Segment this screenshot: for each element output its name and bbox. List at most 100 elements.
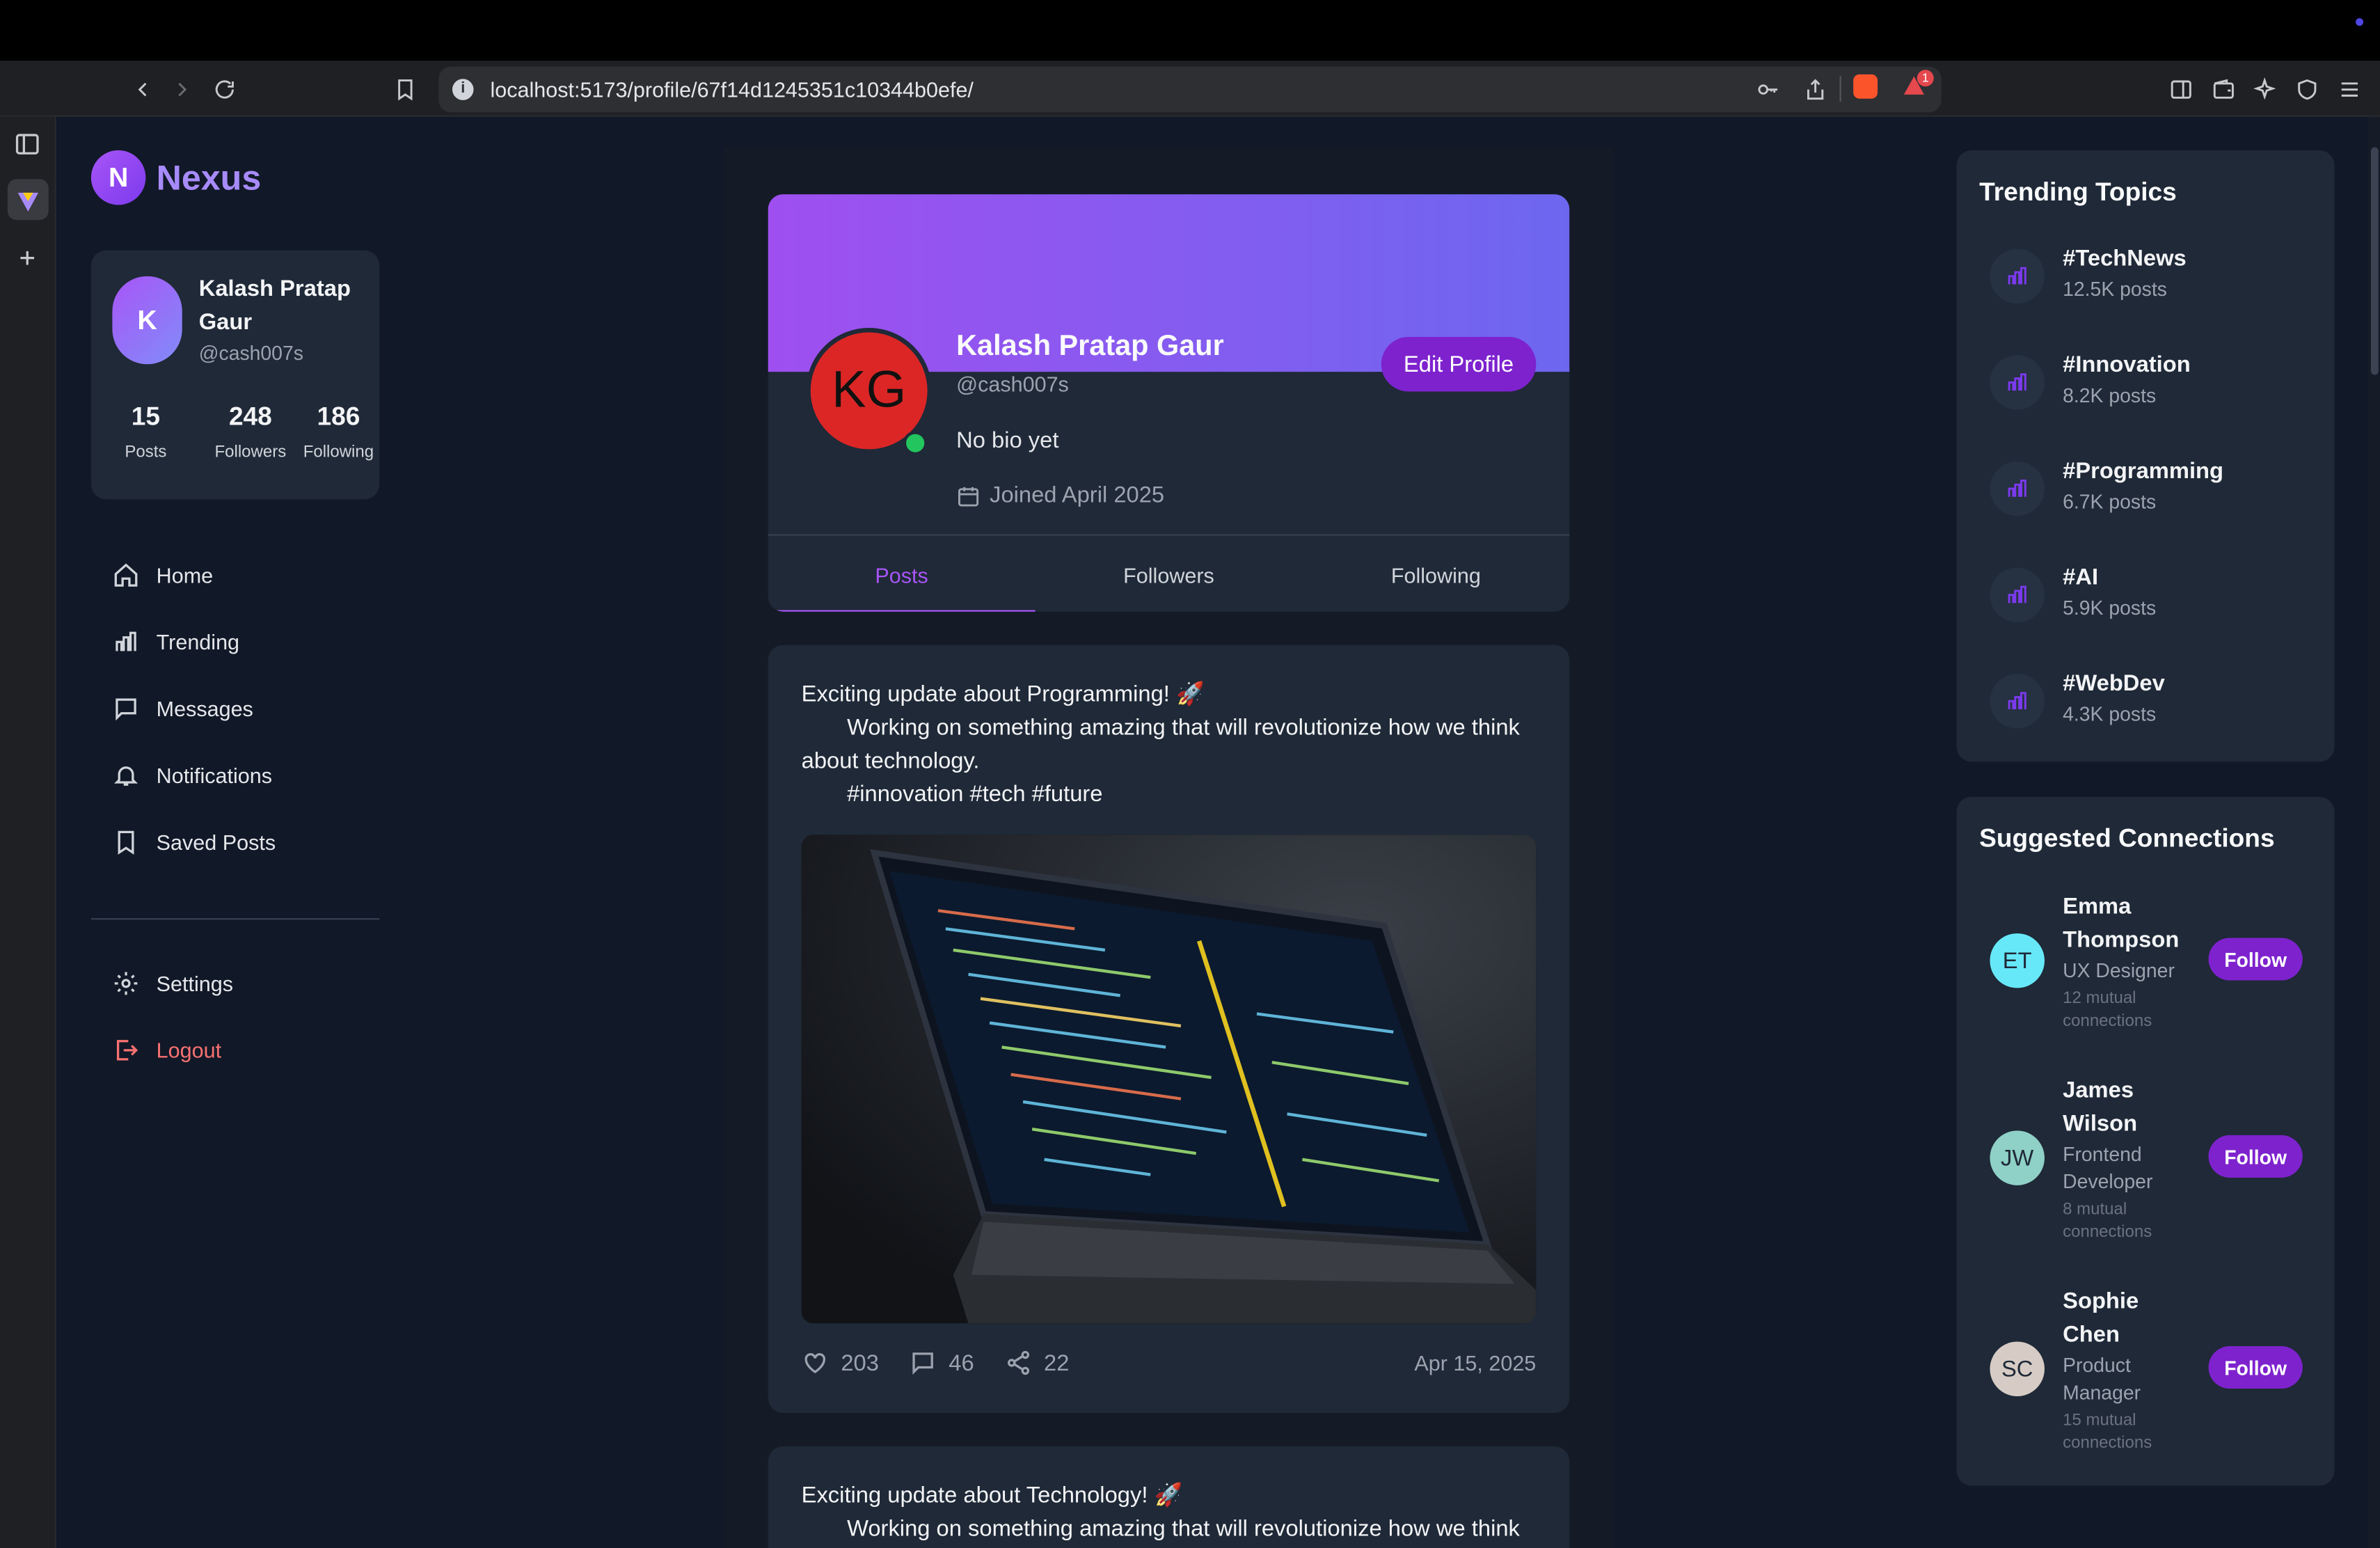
suggestion-name[interactable]: James Wilson — [2063, 1075, 2196, 1142]
wallet-icon[interactable] — [2207, 73, 2240, 106]
forward-icon[interactable] — [166, 73, 199, 106]
trending-title: Trending Topics — [1979, 177, 2177, 207]
profile-tabs: Posts Followers Following — [768, 534, 1570, 612]
brave-shield-icon[interactable] — [1853, 74, 1878, 99]
stat-followers: 248 Followers — [209, 402, 292, 461]
post-tags[interactable]: #innovation #tech #future — [802, 779, 1546, 812]
nav-item-notifications[interactable]: Notifications — [112, 759, 272, 792]
vertical-tab-strip — [0, 116, 56, 1548]
nav-item-messages[interactable]: Messages — [112, 692, 253, 725]
sidebar-panel-icon[interactable] — [12, 129, 42, 159]
post-title: Exciting update about Programming! 🚀 — [801, 681, 1205, 708]
stat-label: Posts — [125, 443, 167, 461]
address-url[interactable]: localhost:5173/profile/67f14d1245351c103… — [491, 77, 974, 102]
nav-item-trending[interactable]: Trending — [112, 625, 239, 658]
trending-chart-icon — [1990, 674, 2045, 729]
bookmark-page-icon[interactable] — [388, 73, 422, 106]
nav-label: Home — [156, 562, 214, 587]
profile-name: Kalash Pratap Gaur — [956, 331, 1224, 363]
comment-count: 46 — [949, 1350, 974, 1376]
stat-value: 15 — [131, 402, 161, 432]
message-icon — [116, 698, 136, 721]
topic-tag: #TechNews — [2063, 246, 2187, 272]
status-dot — [2356, 18, 2364, 26]
suggestion-avatar[interactable]: ET — [1990, 933, 2045, 988]
scrollbar-thumb[interactable] — [2370, 147, 2379, 375]
trending-chart-icon — [1990, 567, 2045, 622]
edit-profile-button[interactable]: Edit Profile — [1381, 337, 1537, 392]
nav-item-home[interactable]: Home — [112, 558, 213, 592]
stat-following: 186 Following — [299, 402, 378, 461]
topic-tag: #AI — [2063, 564, 2099, 591]
reload-icon[interactable] — [208, 73, 241, 106]
browser-toolbar: i localhost:5173/profile/67f14d1245351c1… — [0, 61, 2380, 117]
follow-button[interactable]: Follow — [2208, 938, 2303, 981]
site-info-icon[interactable]: i — [452, 79, 474, 100]
suggestion-item: SC Sophie Chen Product Manager 15 mutual… — [1990, 1286, 2316, 1453]
post-text: Exciting update about Technology! 🚀 Work… — [802, 1480, 1546, 1547]
menu-icon[interactable] — [2333, 73, 2366, 106]
new-tab-icon[interactable] — [12, 243, 42, 274]
profile-card: KG Kalash Pratap Gaur @cash007s Edit Pro… — [768, 194, 1570, 612]
os-top-bar — [0, 0, 2380, 61]
share-icon[interactable] — [1803, 77, 1827, 102]
suggestion-avatar[interactable]: SC — [1990, 1341, 2045, 1396]
online-indicator — [903, 431, 928, 456]
stat-label: Following — [303, 443, 374, 461]
trending-chart-icon — [1990, 248, 2045, 304]
share-count: 22 — [1043, 1350, 1070, 1376]
like-button[interactable]: 203 — [802, 1349, 879, 1376]
share-button[interactable]: 22 — [1004, 1349, 1069, 1376]
suggestions-title: Suggested Connections — [1979, 823, 2275, 853]
suggestion-name[interactable]: Emma Thompson — [2063, 891, 2196, 958]
nav-item-settings[interactable]: Settings — [112, 967, 233, 1000]
user-avatar[interactable]: K — [112, 276, 182, 365]
follow-button[interactable]: Follow — [2208, 1135, 2303, 1178]
nav-item-logout[interactable]: Logout — [112, 1034, 221, 1067]
topic-tag: #WebDev — [2063, 670, 2165, 697]
profile-handle: @cash007s — [956, 372, 1069, 397]
suggestion-role: UX Designer — [2063, 959, 2175, 982]
home-icon — [114, 563, 138, 587]
post-actions: 203 46 22 Apr 15, 2025 — [802, 1346, 1536, 1380]
logout-icon — [116, 1040, 138, 1061]
app-brand[interactable]: Nexus — [157, 158, 262, 199]
suggestion-name[interactable]: Sophie Chen — [2063, 1286, 2196, 1352]
laptop-code-image — [801, 835, 1537, 1324]
post-title: Exciting update about Technology! 🚀 — [801, 1483, 1183, 1509]
comment-button[interactable]: 46 — [910, 1349, 974, 1376]
address-bar[interactable]: i localhost:5173/profile/67f14d1245351c1… — [438, 66, 1942, 113]
back-icon[interactable] — [126, 73, 159, 106]
tab-following[interactable]: Following — [1302, 536, 1569, 612]
post-card: Exciting update about Programming! 🚀 Wor… — [768, 645, 1570, 1413]
heart-icon — [804, 1353, 825, 1374]
notification-badge: 1 — [1917, 70, 1934, 87]
topic-tag: #Innovation — [2063, 352, 2191, 378]
post-text: Exciting update about Programming! 🚀 Wor… — [802, 679, 1546, 812]
user-summary-card: K Kalash Pratap Gaur @cash007s 15 Posts … — [90, 250, 380, 500]
comment-icon — [912, 1352, 933, 1375]
tab-posts[interactable]: Posts — [768, 536, 1036, 612]
trending-chart-icon — [1990, 355, 2045, 410]
like-count: 203 — [841, 1350, 879, 1376]
nav-divider — [90, 918, 380, 920]
suggestion-role: Frontend Developer — [2063, 1142, 2153, 1193]
suggestion-mutual: 15 mutual connections — [2063, 1411, 2152, 1453]
post-image[interactable] — [801, 835, 1537, 1324]
profile-joined: Joined April 2025 — [956, 482, 1164, 508]
app-logo[interactable]: N — [90, 150, 146, 205]
key-icon[interactable] — [1756, 77, 1781, 102]
user-handle: @cash007s — [198, 341, 303, 365]
nav-label: Notifications — [156, 763, 272, 788]
nav-item-saved-posts[interactable]: Saved Posts — [112, 826, 276, 859]
active-tab-favicon[interactable] — [7, 179, 49, 221]
nav-label: Settings — [156, 971, 234, 996]
page-scrollbar[interactable] — [2367, 116, 2380, 1548]
leo-ai-icon[interactable] — [2248, 73, 2281, 106]
tab-followers[interactable]: Followers — [1036, 536, 1303, 612]
follow-button[interactable]: Follow — [2208, 1346, 2303, 1389]
topic-count: 5.9K posts — [2063, 596, 2157, 619]
sidebar-toggle-icon[interactable] — [2164, 73, 2198, 106]
vpn-shield-icon[interactable] — [2290, 73, 2324, 106]
suggestion-avatar[interactable]: JW — [1990, 1130, 2045, 1185]
